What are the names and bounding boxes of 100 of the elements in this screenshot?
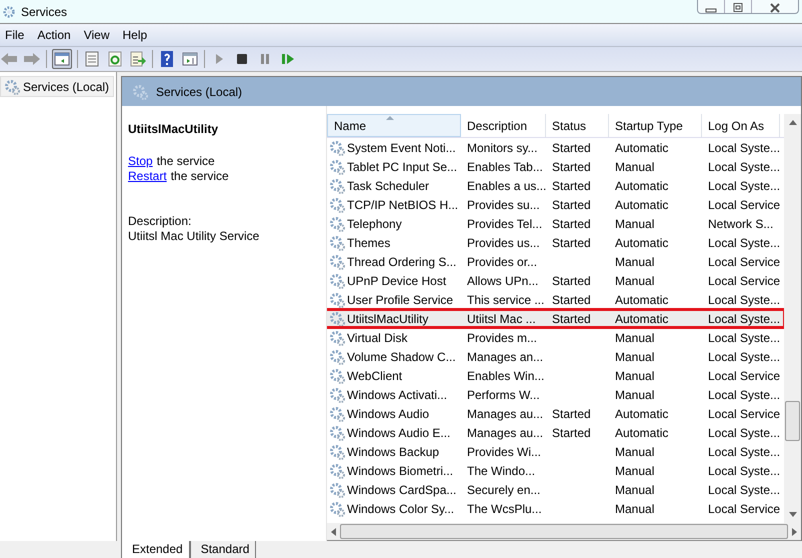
action-text: the service [156, 154, 215, 169]
table-cell: User Profile Service [347, 292, 454, 306]
horizontal-scrollbar[interactable] [327, 523, 801, 541]
table-row[interactable]: User Profile Service This service ... Started Automatic Local Syste... [327, 290, 784, 309]
table-cell: Local Syste... [708, 292, 780, 306]
table-row[interactable]: Telephony Provides Tel... Started Manual Network S... [327, 214, 784, 233]
table-row[interactable]: Windows Audio Manages au... Started Automatic Local Service [327, 404, 784, 423]
table-row[interactable]: UtiitslMacUtility Utiitsl Mac ... Started Automatic Local Syste... [327, 309, 784, 328]
help-icon[interactable] [158, 50, 176, 68]
table-cell: Automatic [615, 198, 668, 212]
view-tab[interactable]: Standard [190, 541, 256, 558]
export-icon[interactable] [129, 50, 147, 68]
table-cell: Provides or... [467, 254, 538, 268]
table-cell: Provides us... [467, 236, 540, 250]
column-header[interactable]: Startup Type [609, 114, 702, 137]
table-cell: Manages au... [467, 426, 544, 440]
table-cell: Windows Backup [347, 444, 440, 458]
table-cell: Manual [615, 274, 654, 288]
table-cell: Local Syste... [708, 178, 780, 192]
menu-item[interactable]: Help [118, 28, 156, 42]
table-cell: System Event Noti... [347, 140, 456, 154]
table-cell: Manual [615, 444, 654, 458]
column-header[interactable]: Name [327, 114, 461, 137]
table-cell: Automatic [615, 312, 668, 326]
gear-icon [329, 386, 345, 402]
action-link[interactable]: Restart [128, 169, 167, 184]
gear-icon [329, 462, 345, 478]
column-header[interactable]: Description [461, 114, 546, 137]
gear-icon [329, 216, 345, 232]
menu-item[interactable]: File [0, 28, 32, 42]
sort-arrow-icon [386, 116, 394, 120]
table-cell: Local Syste... [708, 236, 780, 250]
table-row[interactable]: Windows Backup Provides Wi... Manual Local Syste... [327, 442, 784, 461]
table-cell: Network S... [708, 216, 774, 230]
column-header[interactable]: Status [546, 114, 609, 137]
table-cell: The Windo... [467, 464, 536, 478]
table-row[interactable]: Task Scheduler Enables a us... Started Automatic Local Syste... [327, 176, 784, 195]
table-cell: Thread Ordering S... [347, 254, 456, 268]
gear-icon [329, 406, 345, 422]
table-cell: Local Service [708, 406, 780, 420]
gear-icon [329, 158, 345, 174]
table-row[interactable]: Windows CardSpa... Securely en... Manual Local Syste... [327, 480, 784, 499]
table-cell: Provides Wi... [467, 444, 542, 458]
table-cell: UPnP Device Host [347, 274, 446, 288]
column-header[interactable]: Log On As [702, 114, 780, 137]
table-cell: Themes [347, 236, 390, 250]
table-cell: Local Syste... [708, 482, 780, 496]
gear-icon [329, 482, 345, 498]
table-row[interactable]: Tablet PC Input Se... Enables Tab... Started Manual Local Syste... [327, 157, 784, 176]
table-cell: Local Syste... [708, 464, 780, 478]
table-row[interactable]: Thread Ordering S... Provides or... Manual Local Service [327, 252, 784, 271]
scroll-thumb[interactable] [340, 524, 788, 539]
action-link[interactable]: Stop [128, 154, 153, 169]
menu-item[interactable]: View [78, 28, 118, 42]
table-row[interactable]: TCP/IP NetBIOS H... Provides su... Started Automatic Local Service [327, 195, 784, 214]
view-tab[interactable]: Extended [121, 541, 190, 558]
gear-icon [329, 234, 345, 250]
table-cell: Telephony [347, 216, 402, 230]
table-cell: Manual [615, 350, 654, 364]
scroll-thumb[interactable] [785, 401, 800, 441]
tree-item[interactable]: Services (Local) [0, 76, 114, 97]
table-cell: Local Syste... [708, 330, 780, 344]
table-row[interactable]: Windows Color Sy... The WcsPlu... Manual Local Service [327, 499, 784, 518]
table-row[interactable]: Virtual Disk Provides m... Manual Local Syste... [327, 328, 784, 347]
gear-icon [329, 292, 345, 308]
table-cell: Local Syste... [708, 140, 780, 154]
menu-item[interactable]: Action [32, 28, 79, 42]
table-cell: TCP/IP NetBIOS H... [347, 198, 458, 212]
table-cell: Automatic [615, 426, 668, 440]
table-cell: Provides su... [467, 198, 540, 212]
scroll-right-icon[interactable] [792, 528, 797, 536]
console-tree-icon[interactable] [52, 49, 72, 69]
table-row[interactable]: Windows Audio E... Manages au... Started Automatic Local Syste... [327, 423, 784, 442]
table-cell: This service ... [467, 292, 544, 306]
table-cell: Windows Activati... [347, 388, 448, 402]
gear-icon [329, 196, 345, 212]
table-row[interactable]: Themes Provides us... Started Automatic Local Syste... [327, 233, 784, 252]
table-row[interactable]: Windows Activati... Performs W... Manual Local Syste... [327, 385, 784, 404]
table-cell: Automatic [615, 178, 668, 192]
window-title: Services [21, 4, 68, 18]
close-icon [769, 3, 781, 13]
vertical-scrollbar[interactable] [784, 114, 801, 523]
table-cell: UtiitslMacUtility [347, 312, 428, 326]
table-cell: Started [552, 312, 591, 326]
table-row[interactable]: WebClient Enables Win... Manual Local Service [327, 366, 784, 385]
properties-icon[interactable] [83, 50, 101, 68]
table-row[interactable]: Volume Shadow C... Manages an... Manual Local Syste... [327, 347, 784, 366]
refresh-icon[interactable] [106, 50, 124, 68]
scroll-left-icon[interactable] [331, 528, 336, 536]
action-pane-icon[interactable] [181, 50, 199, 68]
table-cell: Performs W... [467, 388, 540, 402]
table-row[interactable]: Windows Biometri... The Windo... Manual Local Syste... [327, 461, 784, 480]
table-row[interactable]: UPnP Device Host Allows UPn... Started Manual Local Service [327, 271, 784, 290]
gear-icon [329, 424, 345, 440]
action-text: the service [170, 169, 229, 184]
table-cell: Enables Win... [467, 368, 544, 382]
scroll-up-icon[interactable] [788, 120, 796, 125]
table-cell: Manual [615, 254, 654, 268]
table-row[interactable]: System Event Noti... Monitors sy... Started Automatic Local Syste... [327, 138, 784, 157]
scroll-down-icon[interactable] [788, 512, 796, 517]
